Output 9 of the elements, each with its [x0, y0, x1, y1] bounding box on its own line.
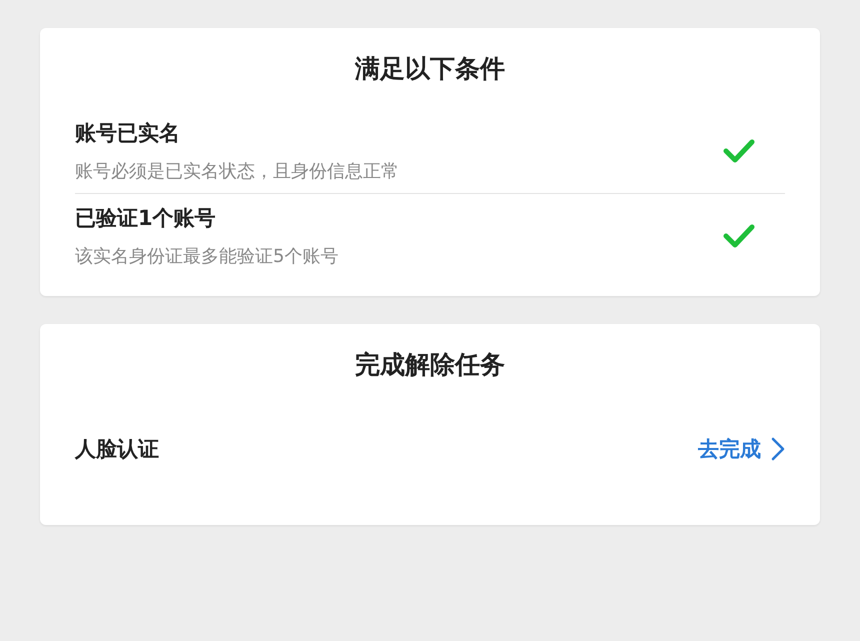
condition-title: 已验证1个账号 [75, 205, 216, 232]
condition-description: 该实名身份证最多能验证5个账号 [75, 245, 338, 268]
card-title: 满足以下条件 [354, 53, 506, 85]
condition-description: 账号必须是已实名状态，且身份信息正常 [75, 160, 399, 183]
chevron-right-icon [771, 437, 785, 461]
task-label: 人脸认证 [75, 436, 159, 463]
condition-title: 账号已实名 [75, 120, 180, 147]
card-title: 完成解除任务 [354, 349, 506, 381]
complete-link[interactable]: 去完成 [698, 435, 785, 463]
